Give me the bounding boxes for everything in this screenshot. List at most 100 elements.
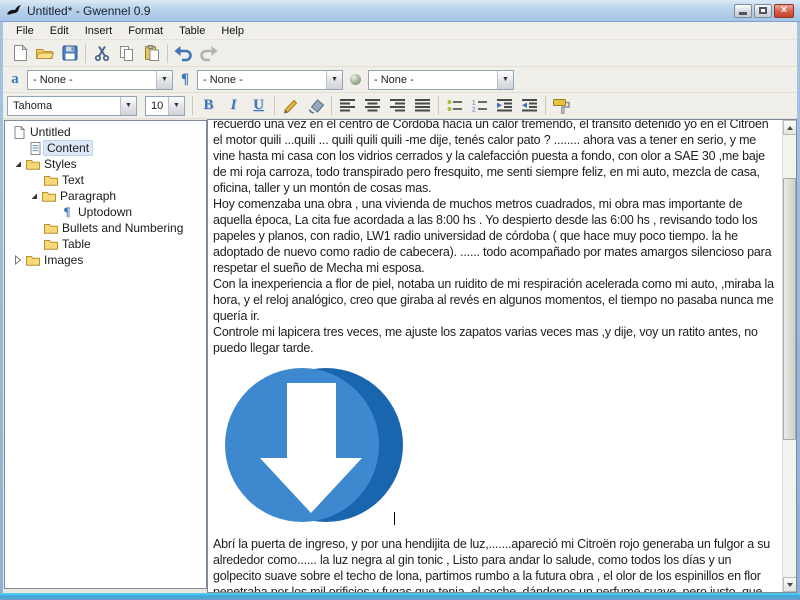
font-color-button[interactable] [278,94,303,117]
chevron-down-icon[interactable]: ▼ [156,70,172,89]
character-style-icon: a [11,71,19,87]
bullet-list-icon [447,100,462,111]
bullet-list-button[interactable] [442,94,467,117]
chevron-down-icon[interactable]: ▼ [168,96,184,115]
scroll-down-button[interactable] [783,577,796,592]
format-painter-button[interactable] [549,94,574,117]
undo-button[interactable] [171,42,196,65]
character-style-select[interactable]: - None - ▼ [27,69,173,90]
menu-help[interactable]: Help [213,23,252,39]
tree-item-label: Styles [44,157,77,171]
font-size-value: 10 [151,99,164,112]
chevron-down-icon[interactable]: ▼ [120,96,136,115]
underline-button[interactable]: U [246,94,271,117]
copy-button[interactable] [114,42,139,65]
tree-item-content[interactable]: Content [5,140,206,156]
menu-insert[interactable]: Insert [77,23,121,39]
minimize-button[interactable] [734,3,752,18]
minimize-icon [739,11,747,15]
menu-format[interactable]: Format [120,23,171,39]
tree-item-label: Content [43,140,94,156]
numbered-list-icon: 1 2 [472,100,487,113]
open-folder-icon [35,49,54,59]
close-button[interactable]: × [774,3,794,18]
triangle-up-icon [787,125,793,130]
paste-button[interactable] [139,42,164,65]
tree-expanded-icon[interactable] [27,189,41,203]
tree-item-label: Paragraph [60,189,117,203]
font-size-select[interactable]: 10 ▼ [145,95,185,116]
align-left-button[interactable] [335,94,360,117]
scroll-up-button[interactable] [783,120,796,135]
document-text-icon [27,141,43,155]
tree-item-uptodown[interactable]: ¶ Uptodown [5,204,206,220]
title-bar[interactable]: Untitled* - Gwennel 0.9 × [0,0,800,22]
tree-item-paragraph[interactable]: Paragraph [5,188,206,204]
scrollbar-thumb[interactable] [783,178,796,440]
undo-icon [174,45,192,61]
paint-roller-icon [553,98,570,114]
menu-file[interactable]: File [8,23,42,39]
align-right-button[interactable] [385,94,410,117]
down-arrow-logo-icon [225,368,403,522]
underline-icon: U [253,97,264,113]
font-family-select[interactable]: Tahoma ▼ [7,95,137,116]
tree-item-bullets-numbering[interactable]: Bullets and Numbering [5,220,206,236]
increase-indent-button[interactable] [492,94,517,117]
tree-item-label: Untitled [30,125,71,139]
bold-button[interactable]: B [196,94,221,117]
folder-icon [43,173,59,187]
align-center-button[interactable] [360,94,385,117]
tree-item-text[interactable]: Text [5,172,206,188]
folder-icon [43,237,59,251]
folder-icon [41,189,57,203]
highlight-button[interactable] [303,94,328,117]
menu-table[interactable]: Table [171,23,213,39]
copy-icon [119,46,133,61]
document-editor[interactable]: recuerdo una vez en el centro de Córdoba… [207,119,797,593]
paste-clipboard-icon [144,45,159,61]
fill-bucket-icon [308,98,324,113]
document-paragraph: Abrí la puerta de ingreso, y por una hen… [213,537,771,593]
tree-item-table[interactable]: Table [5,236,206,252]
align-center-icon [364,99,380,112]
font-family-value: Tahoma [13,99,53,112]
document-tree-panel: Untitled Content Styles Text Paragraph ¶… [4,120,207,589]
vertical-scrollbar[interactable] [782,120,796,592]
list-style-select[interactable]: - None - ▼ [368,69,514,90]
document-paragraph: recuerdo una vez en el centro de Córdoba… [213,119,769,195]
tree-item-untitled[interactable]: Untitled [5,124,206,140]
style-toolbar: a - None - ▼ ¶ - None - ▼ - None - ▼ [3,67,797,93]
tree-expanded-icon[interactable] [11,157,25,171]
svg-text:2: 2 [472,107,476,113]
document-icon [11,125,27,139]
paragraph-style-select[interactable]: - None - ▼ [197,69,343,90]
tree-item-label: Bullets and Numbering [62,221,184,235]
folder-icon [43,221,59,235]
uptodown-logo-image[interactable] [225,356,405,536]
tree-item-images[interactable]: Images [5,252,206,268]
justify-button[interactable] [410,94,435,117]
menu-bar: File Edit Insert Format Table Help [3,22,797,40]
tree-collapsed-icon[interactable] [11,253,25,267]
decrease-indent-icon [521,99,537,112]
list-style-value: - None - [374,73,414,86]
maximize-button[interactable] [754,3,772,18]
open-button[interactable] [32,42,57,65]
bold-icon: B [203,97,214,113]
numbered-list-button[interactable]: 1 2 [467,94,492,117]
cut-button[interactable] [89,42,114,65]
chevron-down-icon[interactable]: ▼ [326,70,342,89]
tree-item-label: Uptodown [78,205,133,219]
italic-button[interactable]: I [221,94,246,117]
new-document-button[interactable] [7,42,32,65]
chevron-down-icon[interactable]: ▼ [497,70,513,89]
decrease-indent-button[interactable] [517,94,542,117]
redo-button[interactable] [196,42,221,65]
menu-edit[interactable]: Edit [42,23,77,39]
folder-icon [25,157,41,171]
save-button[interactable] [57,42,82,65]
toolbar-separator [167,43,168,63]
tree-item-styles[interactable]: Styles [5,156,206,172]
increase-indent-icon [496,99,512,112]
